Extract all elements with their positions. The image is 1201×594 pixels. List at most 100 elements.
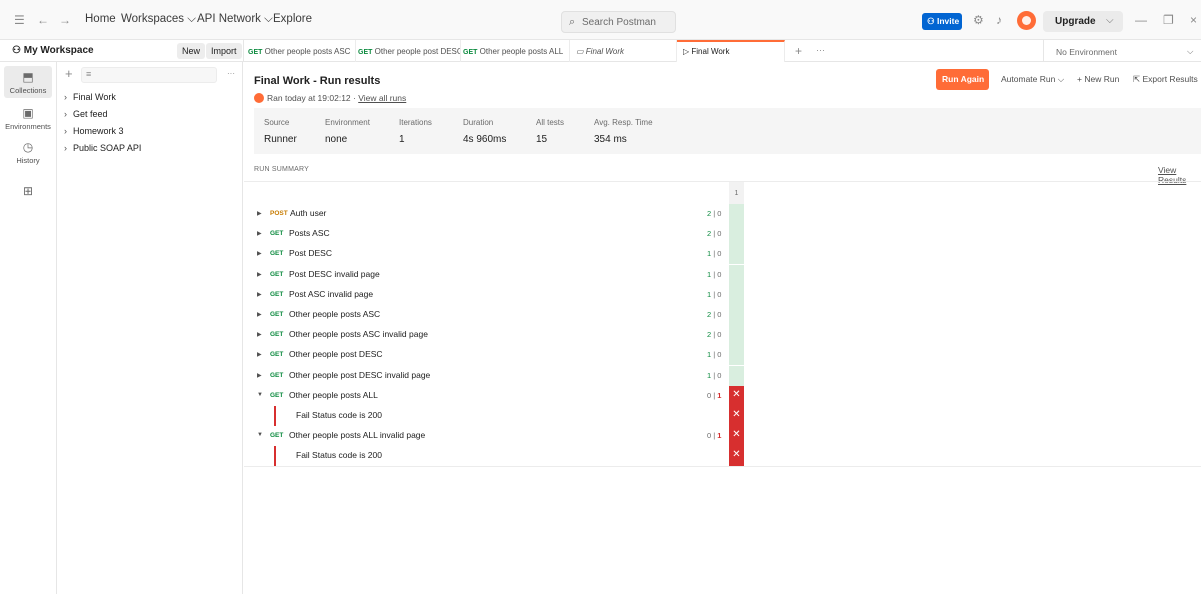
search-placeholder: Search Postman — [582, 17, 656, 28]
nav-explore[interactable]: Explore — [273, 13, 312, 25]
stat-label: Duration — [463, 118, 494, 127]
caret-right-icon[interactable]: ▶ — [257, 291, 262, 298]
workspace-name[interactable]: ⚇ My Workspace — [12, 45, 94, 56]
caret-right-icon[interactable]: ▶ — [257, 351, 262, 358]
chevron-down-icon[interactable]: ⌵ — [1106, 15, 1114, 26]
pass-cell[interactable] — [729, 224, 744, 244]
more-tabs-icon[interactable]: ··· — [816, 44, 825, 56]
fail-count: 0 — [717, 330, 722, 339]
sidebar-item-get-feed[interactable]: › Get feed — [64, 109, 108, 119]
caret-right-icon[interactable]: ▶ — [257, 210, 262, 217]
caret-right-icon[interactable]: ▶ — [257, 271, 262, 278]
add-icon[interactable]: + — [65, 67, 73, 80]
chevron-right-icon: › — [64, 143, 67, 153]
environment-label: No Environment — [1056, 47, 1117, 57]
caret-right-icon[interactable]: ▶ — [257, 372, 262, 379]
method-badge: GET — [270, 432, 284, 439]
request-row[interactable]: ▶ GET Other people posts ASC 2 | 0 — [244, 305, 1201, 325]
pass-cell[interactable] — [729, 265, 744, 285]
tab-method: GET — [358, 49, 373, 56]
sidebar-item-final-work[interactable]: › Final Work — [64, 92, 116, 102]
import-button[interactable]: Import — [206, 43, 242, 59]
close-icon[interactable]: × — [1190, 14, 1197, 26]
caret-right-icon[interactable]: ▶ — [257, 331, 262, 338]
request-row[interactable]: ▶ GET Other people posts ASC invalid page 2… — [244, 325, 1201, 345]
tab-final-work-runner[interactable]: ▷ Final Work — [677, 40, 785, 62]
caret-right-icon[interactable]: ▶ — [257, 250, 262, 257]
rail-history[interactable]: ◷ History — [4, 140, 52, 165]
test-counts: 2 | 0 — [707, 209, 722, 218]
upgrade-button[interactable]: Upgrade ⌵ — [1043, 11, 1123, 32]
request-row[interactable]: ▶ GET Other people post DESC invalid page 1… — [244, 366, 1201, 386]
iteration-header: 1 — [729, 182, 744, 205]
fail-cell[interactable]: ✕ — [729, 446, 744, 466]
tab-other-people-posts-asc[interactable]: GET Other people posts ASC — [248, 40, 356, 62]
request-row[interactable]: ▶ POST Auth user 2 | 0 — [244, 204, 1201, 224]
pass-cell[interactable] — [729, 204, 744, 224]
rail-label: Environments — [5, 122, 51, 131]
request-row[interactable]: ▶ GET Posts ASC 2 | 0 — [244, 224, 1201, 244]
search-input[interactable]: ⌕ Search Postman — [561, 11, 676, 33]
nav-home[interactable]: Home — [85, 13, 116, 25]
pass-cell[interactable] — [729, 345, 744, 365]
pass-cell[interactable] — [729, 325, 744, 345]
nav-workspaces[interactable]: Workspaces ⌵ — [121, 13, 196, 26]
environment-select[interactable]: No Environment ⌵ — [1043, 40, 1201, 62]
pass-count: 1 — [707, 270, 712, 279]
fail-cell[interactable]: ✕ — [729, 426, 744, 446]
sidebar-item-label: Final Work — [73, 92, 116, 102]
sidebar-item-public-soap-api[interactable]: › Public SOAP API — [64, 143, 141, 153]
fail-count: 0 — [717, 229, 722, 238]
back-arrow-icon[interactable]: ← — [37, 14, 49, 26]
view-all-runs-link[interactable]: View all runs — [358, 93, 406, 103]
request-row[interactable]: ▶ GET Other people post DESC 1 | 0 — [244, 345, 1201, 365]
request-row[interactable]: ▼ GET Other people posts ALL 0 | 1 ✕ — [244, 386, 1201, 406]
rail-collections[interactable]: ⬒ Collections — [4, 66, 52, 98]
request-row[interactable]: ▶ GET Post DESC invalid page 1 | 0 — [244, 265, 1201, 285]
rail-configure[interactable]: ⊞ — [4, 184, 52, 200]
caret-right-icon[interactable]: ▶ — [257, 311, 262, 318]
stat-label: Iterations — [399, 118, 432, 127]
sidebar-item-homework-3[interactable]: › Homework 3 — [64, 126, 124, 136]
fail-cell[interactable]: ✕ — [729, 406, 744, 426]
avatar[interactable] — [1017, 11, 1036, 30]
invite-button[interactable]: ⚇ Invite — [922, 13, 962, 30]
new-button[interactable]: New — [177, 43, 206, 59]
new-run-button[interactable]: + New Run — [1077, 74, 1119, 84]
filter-input[interactable]: ≡ — [81, 67, 217, 83]
notification-bell-icon[interactable]: ♪ — [996, 14, 1002, 26]
sidebar-item-label: Public SOAP API — [73, 143, 142, 153]
pass-cell[interactable] — [729, 244, 744, 264]
request-row[interactable]: ▶ GET Post DESC 1 | 0 — [244, 244, 1201, 264]
run-again-button[interactable]: Run Again — [936, 69, 989, 90]
nav-api-network[interactable]: API Network ⌵ — [197, 13, 273, 26]
chevron-right-icon: › — [64, 126, 67, 136]
export-results-button[interactable]: ⇱ Export Results — [1133, 74, 1198, 85]
pass-cell[interactable] — [729, 285, 744, 305]
settings-icon[interactable]: ⚙ — [973, 14, 984, 26]
tab-other-people-posts-all[interactable]: GET Other people posts ALL — [461, 40, 570, 62]
more-icon[interactable]: ··· — [227, 68, 235, 80]
forward-arrow-icon[interactable]: → — [59, 14, 71, 26]
ran-timestamp: Ran today at 19:02:12 — [267, 93, 351, 103]
automate-run-button[interactable]: Automate Run ⌵ — [1001, 74, 1064, 85]
restore-icon[interactable]: ❐ — [1163, 14, 1174, 26]
minimize-icon[interactable]: — — [1135, 14, 1147, 26]
menu-icon[interactable]: ☰ — [14, 14, 25, 26]
request-row[interactable]: ▼ GET Other people posts ALL invalid page 0… — [244, 426, 1201, 446]
pass-cell[interactable] — [729, 366, 744, 386]
left-rail: ⬒ Collections ▣ Environments ◷ History ⊞ — [0, 62, 57, 594]
tab-final-work-preview[interactable]: ▭ Final Work — [570, 40, 677, 62]
tab-other-people-post-desc[interactable]: GET Other people post DESC — [356, 40, 461, 62]
caret-right-icon[interactable]: ▶ — [257, 230, 262, 237]
pass-cell[interactable] — [729, 305, 744, 325]
request-row[interactable]: ▶ GET Post ASC invalid page 1 | 0 — [244, 285, 1201, 305]
new-tab-icon[interactable]: + — [795, 45, 802, 57]
view-results-link[interactable]: View Results — [1158, 165, 1201, 185]
method-badge: GET — [270, 351, 284, 358]
caret-down-icon[interactable]: ▼ — [257, 432, 263, 438]
rail-environments[interactable]: ▣ Environments — [4, 106, 52, 131]
caret-down-icon[interactable]: ▼ — [257, 392, 263, 398]
fail-cell[interactable]: ✕ — [729, 386, 744, 406]
fail-count: 1 — [717, 391, 722, 400]
